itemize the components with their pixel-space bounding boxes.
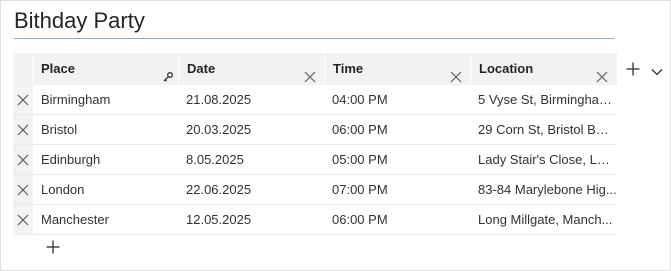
close-icon bbox=[17, 154, 29, 166]
cell-location[interactable]: 5 Vyse St, Birmingham... bbox=[470, 85, 617, 114]
delete-row-button[interactable] bbox=[13, 115, 33, 144]
data-grid: Place Date Time Location Birmingham 21.0… bbox=[13, 53, 617, 235]
cell-date[interactable]: 22.06.2025 bbox=[178, 175, 324, 204]
cell-place[interactable]: London bbox=[33, 175, 178, 204]
table-row: Manchester 12.05.2025 06:00 PM Long Mill… bbox=[13, 205, 617, 235]
cell-date[interactable]: 12.05.2025 bbox=[178, 205, 324, 234]
cell-date[interactable]: 8.05.2025 bbox=[178, 145, 324, 174]
cell-place[interactable]: Edinburgh bbox=[33, 145, 178, 174]
header-lead-cell bbox=[13, 53, 33, 85]
column-header-label: Date bbox=[187, 61, 216, 76]
cell-time[interactable]: 07:00 PM bbox=[324, 175, 470, 204]
delete-row-button[interactable] bbox=[13, 205, 33, 234]
table-title[interactable]: Bithday Party bbox=[14, 6, 614, 39]
cell-location[interactable]: 83-84 Marylebone Hig... bbox=[470, 175, 617, 204]
chevron-down-icon bbox=[651, 69, 663, 76]
delete-row-button[interactable] bbox=[13, 145, 33, 174]
cell-place[interactable]: Bristol bbox=[33, 115, 178, 144]
cell-location[interactable]: Long Millgate, Manch... bbox=[470, 205, 617, 234]
column-header-date[interactable]: Date bbox=[178, 53, 324, 85]
column-options-button[interactable] bbox=[651, 64, 663, 76]
close-icon bbox=[17, 184, 29, 196]
delete-row-button[interactable] bbox=[13, 175, 33, 204]
column-header-location[interactable]: Location bbox=[470, 53, 617, 85]
plus-icon bbox=[46, 240, 60, 254]
cell-place[interactable]: Manchester bbox=[33, 205, 178, 234]
close-icon bbox=[17, 214, 29, 226]
cell-date[interactable]: 21.08.2025 bbox=[178, 85, 324, 114]
header-row: Place Date Time Location bbox=[13, 53, 617, 85]
table-card: Bithday Party Place Date Time Location B… bbox=[0, 0, 671, 271]
cell-date[interactable]: 20.03.2025 bbox=[178, 115, 324, 144]
table-row: Birmingham 21.08.2025 04:00 PM 5 Vyse St… bbox=[13, 85, 617, 115]
add-row-button[interactable] bbox=[46, 240, 60, 254]
cell-time[interactable]: 05:00 PM bbox=[324, 145, 470, 174]
close-icon[interactable] bbox=[596, 63, 608, 83]
column-header-place[interactable]: Place bbox=[33, 53, 178, 85]
cell-time[interactable]: 06:00 PM bbox=[324, 205, 470, 234]
key-icon bbox=[162, 63, 174, 82]
table-row: Bristol 20.03.2025 06:00 PM 29 Corn St, … bbox=[13, 115, 617, 145]
column-header-label: Location bbox=[479, 61, 534, 76]
column-header-label: Place bbox=[41, 61, 75, 76]
plus-icon bbox=[626, 62, 640, 76]
delete-row-button[interactable] bbox=[13, 85, 33, 114]
cell-location[interactable]: Lady Stair's Close, Law... bbox=[470, 145, 617, 174]
cell-time[interactable]: 04:00 PM bbox=[324, 85, 470, 114]
add-column-button[interactable] bbox=[626, 62, 640, 76]
close-icon[interactable] bbox=[304, 63, 316, 83]
table-row: London 22.06.2025 07:00 PM 83-84 Maryleb… bbox=[13, 175, 617, 205]
column-header-label: Time bbox=[333, 61, 364, 76]
cell-place[interactable]: Birmingham bbox=[33, 85, 178, 114]
column-header-time[interactable]: Time bbox=[324, 53, 470, 85]
cell-time[interactable]: 06:00 PM bbox=[324, 115, 470, 144]
close-icon bbox=[17, 94, 29, 106]
close-icon[interactable] bbox=[450, 63, 462, 83]
cell-location[interactable]: 29 Corn St, Bristol BS1... bbox=[470, 115, 617, 144]
table-row: Edinburgh 8.05.2025 05:00 PM Lady Stair'… bbox=[13, 145, 617, 175]
close-icon bbox=[17, 124, 29, 136]
